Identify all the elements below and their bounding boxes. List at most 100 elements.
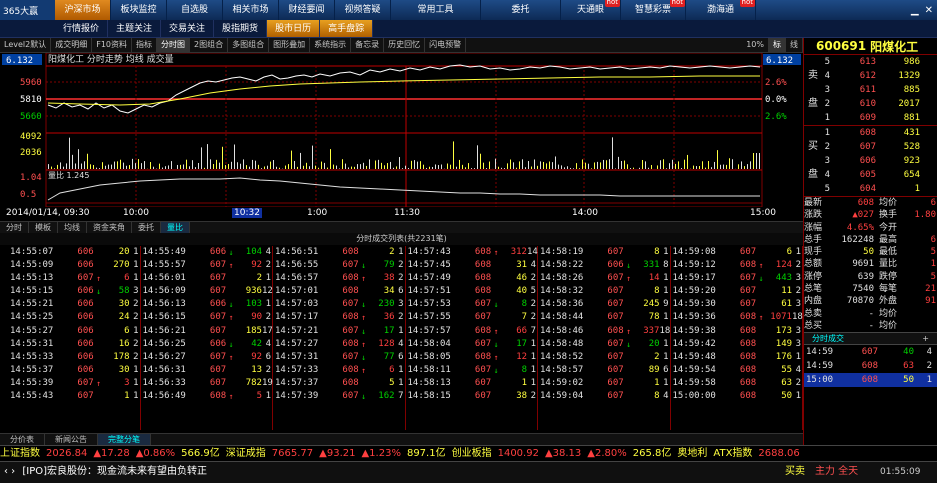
toolbar-percent[interactable]: 10%: [742, 38, 769, 52]
table-row[interactable]: 14:58:11 607 ↓ 8 1: [406, 364, 538, 377]
nav-item-4[interactable]: 财经要闻: [279, 0, 335, 20]
tab-fenshi[interactable]: 分时: [0, 222, 29, 233]
table-row[interactable]: 14:58:57 607 89 6: [538, 364, 670, 377]
submenu-item-4[interactable]: 股市日历: [267, 20, 321, 37]
table-row[interactable]: 14:57:43 608 ↑ 312 14: [406, 246, 538, 259]
table-row[interactable]: 14:57:39 607 ↓ 162 7: [273, 390, 405, 403]
table-row[interactable]: 14:59:12 608 ↑ 124 2: [671, 259, 803, 272]
table-row[interactable]: 14:58:13 607 1 1: [406, 377, 538, 390]
table-row[interactable]: 14:59:17 607 ↓ 443 3: [671, 272, 803, 285]
table-row[interactable]: 14:58:19 607 8 1: [538, 246, 670, 259]
table-row[interactable]: 14:57:51 608 40 5: [406, 285, 538, 298]
table-row[interactable]: 14:57:27 608 ↑ 128 4: [273, 338, 405, 351]
nav-item-7[interactable]: 委托: [481, 0, 561, 20]
buy-row[interactable]: 5 604 1: [804, 182, 937, 196]
table-row[interactable]: 14:56:57 608 ↑ 38 2: [273, 272, 405, 285]
table-row[interactable]: 14:56:15 607 ↑ 90 2: [141, 311, 273, 324]
table-row[interactable]: 14:55:57 607 ↑ 92 2: [141, 259, 273, 272]
buy-row[interactable]: 1 608 431: [804, 126, 937, 140]
table-row[interactable]: 14:59:58 608 63 2: [671, 377, 803, 390]
table-row[interactable]: 14:58:15 607 38 2: [406, 390, 538, 403]
table-row[interactable]: 14:58:36 607 245 9: [538, 298, 670, 311]
table-row[interactable]: 14:55:37 606 30 1: [8, 364, 140, 377]
table-row[interactable]: 14:57:45 608 31 4: [406, 259, 538, 272]
sell-row[interactable]: 3 611 885: [804, 83, 937, 97]
toolbar-indicator[interactable]: 指标: [132, 38, 157, 52]
table-row[interactable]: 14:59:04 607 8 4: [538, 390, 670, 403]
table-row[interactable]: 14:56:27 607 ↑ 92 6: [141, 351, 273, 364]
recent-trade-row[interactable]: 15:00 608 50 1: [804, 373, 937, 388]
table-row[interactable]: 14:57:21 607 ↓ 17 1: [273, 325, 405, 338]
sell-row[interactable]: 1 609 881: [804, 111, 937, 125]
intraday-chart[interactable]: 6.132 6.132 阳煤化工 分时走势 均线 成交量 5960 5810 5…: [0, 53, 803, 221]
table-row[interactable]: 14:55:07 606 20 1: [8, 246, 140, 259]
nav-item-2[interactable]: 自选股: [167, 0, 223, 20]
sell-row[interactable]: 5 613 986: [804, 55, 937, 69]
table-row[interactable]: 14:55:15 606 ↓ 58 3: [8, 285, 140, 298]
table-row[interactable]: 14:55:43 607 1 1: [8, 390, 140, 403]
table-row[interactable]: 14:59:48 608 176 1: [671, 351, 803, 364]
submenu-item-0[interactable]: 行情报价: [55, 20, 109, 37]
toolbar-memo[interactable]: 备忘录: [351, 38, 385, 52]
tab-news[interactable]: 新闻公告: [45, 434, 98, 445]
nav-item-1[interactable]: 板块监控: [111, 0, 167, 20]
expand-button[interactable]: +: [914, 333, 937, 344]
submenu-item-5[interactable]: 高手盘踪: [320, 20, 374, 37]
table-row[interactable]: 14:56:51 608 2 1: [273, 246, 405, 259]
table-row[interactable]: 14:55:09 606 270 1: [8, 259, 140, 272]
table-row[interactable]: 14:57:55 607 7 2: [406, 311, 538, 324]
nav-item-9[interactable]: 智慧彩票 hot: [621, 0, 686, 20]
sell-row[interactable]: 2 610 2017: [804, 97, 937, 111]
submenu-item-1[interactable]: 主题关注: [108, 20, 162, 37]
toolbar-multichart[interactable]: 多图组合: [228, 38, 270, 52]
table-row[interactable]: 15:00:00 608 50 1: [671, 390, 803, 403]
table-row[interactable]: 14:58:44 607 78 1: [538, 311, 670, 324]
table-row[interactable]: 14:58:04 607 ↓ 17 1: [406, 338, 538, 351]
table-row[interactable]: 14:57:49 608 46 2: [406, 272, 538, 285]
nav-item-0[interactable]: 沪深市场: [55, 0, 111, 20]
table-row[interactable]: 14:56:33 607 782 19: [141, 377, 273, 390]
table-row[interactable]: 14:57:37 608 5 1: [273, 377, 405, 390]
minimize-icon[interactable]: ▁: [911, 5, 919, 16]
toolbar-intraday[interactable]: 分时图: [157, 38, 190, 52]
table-row[interactable]: 14:59:36 608 ↑ 1071 18: [671, 311, 803, 324]
table-row[interactable]: 14:56:49 608 ↑ 5 1: [141, 390, 273, 403]
table-row[interactable]: 14:56:55 607 ↓ 79 2: [273, 259, 405, 272]
nav-item-6[interactable]: 常用工具: [391, 0, 481, 20]
sell-row[interactable]: 4 612 1329: [804, 69, 937, 83]
toolbar-detail[interactable]: 成交明细: [51, 38, 93, 52]
tab-price-table[interactable]: 分价表: [0, 434, 45, 445]
tab-ma[interactable]: 均线: [58, 222, 87, 233]
table-row[interactable]: 14:55:33 606 178 2: [8, 351, 140, 364]
table-row[interactable]: 14:56:09 607 936 12: [141, 285, 273, 298]
table-row[interactable]: 14:57:57 608 ↑ 66 7: [406, 325, 538, 338]
tab-template[interactable]: 模板: [29, 222, 58, 233]
table-row[interactable]: 14:58:05 608 ↑ 12 1: [406, 351, 538, 364]
table-row[interactable]: 14:59:02 607 1 1: [538, 377, 670, 390]
table-row[interactable]: 14:57:31 607 ↓ 77 6: [273, 351, 405, 364]
table-row[interactable]: 14:59:08 607 6 1: [671, 246, 803, 259]
buy-row[interactable]: 2 607 528: [804, 140, 937, 154]
toolbar-line[interactable]: 线: [786, 38, 803, 52]
table-row[interactable]: 14:55:25 606 24 2: [8, 311, 140, 324]
table-row[interactable]: 14:56:01 607 2 1: [141, 272, 273, 285]
tab-capital[interactable]: 资金夹角: [87, 222, 132, 233]
table-row[interactable]: 14:59:38 608 173 3: [671, 325, 803, 338]
table-row[interactable]: 14:56:31 607 13 2: [141, 364, 273, 377]
tab-fenshi-trades[interactable]: 分时成交: [804, 333, 852, 344]
table-row[interactable]: 14:57:17 608 ↑ 36 2: [273, 311, 405, 324]
table-row[interactable]: 14:56:25 606 ↓ 42 4: [141, 338, 273, 351]
table-row[interactable]: 14:58:46 608 ↑ 337 18: [538, 325, 670, 338]
tab-order[interactable]: 委托: [132, 222, 161, 233]
table-row[interactable]: 14:56:13 606 ↓ 103 1: [141, 298, 273, 311]
table-row[interactable]: 14:59:54 608 55 4: [671, 364, 803, 377]
table-row[interactable]: 14:57:03 607 ↓ 230 3: [273, 298, 405, 311]
table-row[interactable]: 14:59:20 607 11 2: [671, 285, 803, 298]
buy-row[interactable]: 4 605 654: [804, 168, 937, 182]
close-icon[interactable]: ✕: [925, 5, 933, 16]
toolbar-history[interactable]: 历史回忆: [384, 38, 426, 52]
table-row[interactable]: 14:55:39 607 ↑ 3 1: [8, 377, 140, 390]
table-row[interactable]: 14:55:49 606 ↓ 104 4: [141, 246, 273, 259]
news-headline[interactable]: [IPO]宏良股份：现金流未来有望由负转正: [22, 466, 207, 477]
table-row[interactable]: 14:58:22 606 ↓ 331 8: [538, 259, 670, 272]
